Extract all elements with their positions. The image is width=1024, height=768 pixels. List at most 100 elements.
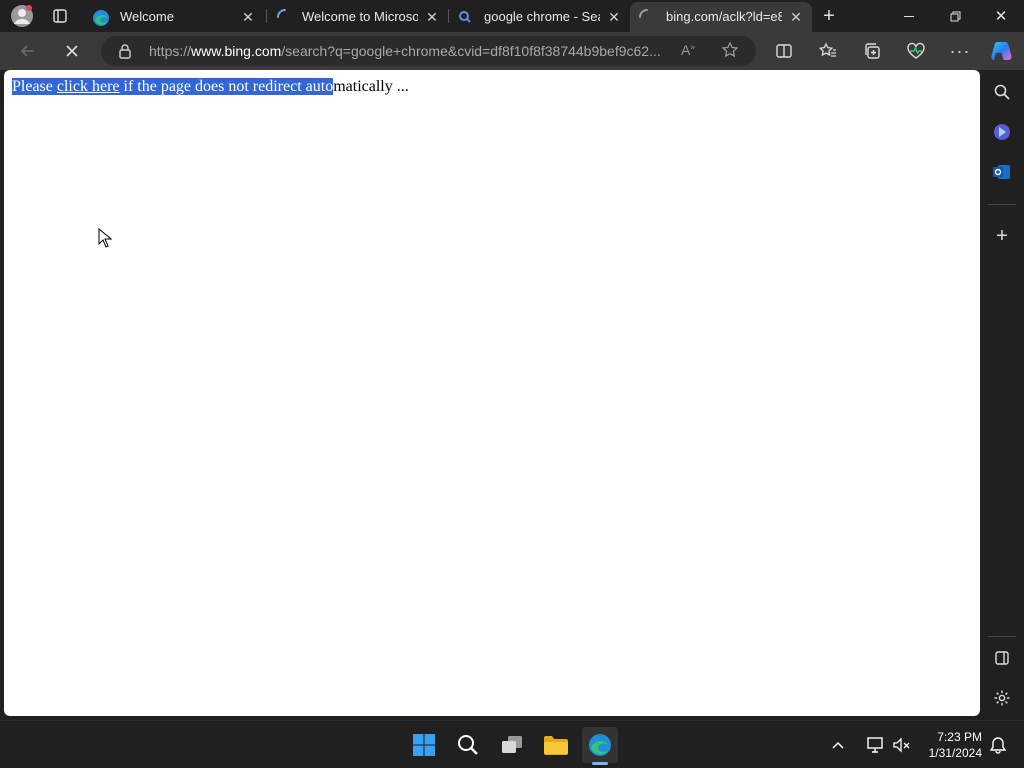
- web-content: Please click here if the page does not r…: [4, 70, 980, 716]
- mouse-pointer-icon: [98, 228, 112, 248]
- clock-date: 1/31/2024: [928, 746, 982, 760]
- show-hidden-icons-button[interactable]: [826, 727, 850, 763]
- windows-logo-icon: [413, 734, 435, 756]
- sidebar-search-button[interactable]: [988, 78, 1016, 106]
- read-aloud-icon[interactable]: A»: [681, 42, 695, 58]
- sidebar-discover-button[interactable]: [988, 118, 1016, 146]
- windows-taskbar: 7:23 PM 1/31/2024: [0, 720, 1024, 768]
- tab-actions-icon: [53, 9, 67, 23]
- collections-icon: [865, 43, 880, 59]
- bell-icon: [990, 737, 1006, 754]
- minimize-icon: [904, 15, 914, 17]
- close-window-button[interactable]: ✕: [978, 0, 1024, 32]
- edge-sidebar: +: [980, 70, 1024, 720]
- redirect-message: Please click here if the page does not r…: [12, 78, 409, 96]
- hide-sidebar-button[interactable]: [988, 644, 1016, 672]
- start-button[interactable]: [406, 727, 442, 763]
- edge-icon: [589, 734, 611, 756]
- volume-button[interactable]: [888, 727, 916, 763]
- url-path: /search?q=google+chrome&cvid=df8f10f8f38…: [281, 43, 661, 59]
- plus-icon: +: [823, 4, 835, 27]
- tab-actions-button[interactable]: [40, 0, 80, 32]
- plus-icon: +: [996, 224, 1008, 247]
- url-text: https://www.bing.com/search?q=google+chr…: [149, 43, 674, 59]
- sidebar-add-button[interactable]: +: [988, 222, 1016, 250]
- close-tab-icon[interactable]: ✕: [424, 9, 440, 25]
- stop-icon: [66, 45, 78, 57]
- edge-icon: [92, 9, 110, 30]
- new-tab-button[interactable]: +: [808, 0, 850, 32]
- profile-avatar[interactable]: [0, 0, 44, 32]
- click-here-link[interactable]: click here: [56, 78, 120, 95]
- address-bar[interactable]: https://www.bing.com/search?q=google+chr…: [101, 36, 756, 66]
- tab-label: bing.com/aclk?ld=e8: [666, 9, 782, 24]
- copilot-button[interactable]: [988, 37, 1016, 65]
- system-clock[interactable]: 7:23 PM 1/31/2024: [929, 729, 982, 761]
- loading-spinner-icon: [276, 8, 294, 29]
- sidebar-divider: [988, 636, 1016, 637]
- close-tab-icon[interactable]: ✕: [788, 9, 804, 25]
- browser-essentials-button[interactable]: [902, 37, 930, 65]
- collections-button[interactable]: [858, 37, 886, 65]
- stop-loading-button[interactable]: [58, 37, 86, 65]
- tab-label: google chrome - Sear: [484, 9, 600, 24]
- favorites-button[interactable]: [814, 37, 842, 65]
- selected-text-middle: if the page does not redirect auto: [119, 78, 334, 95]
- sidebar-settings-button[interactable]: [988, 684, 1016, 712]
- tab-welcome[interactable]: Welcome ✕: [84, 2, 264, 32]
- search-icon: [458, 735, 478, 755]
- chevron-up-icon: [832, 741, 844, 749]
- tab-separator: [266, 9, 267, 23]
- search-icon: [994, 84, 1010, 100]
- loading-spinner-icon: [638, 8, 656, 29]
- network-icon: [867, 737, 883, 753]
- tab-welcome-microsoft[interactable]: Welcome to Microsoft ✕: [268, 2, 448, 32]
- url-prefix: https://: [149, 43, 192, 59]
- minimize-button[interactable]: [886, 0, 932, 32]
- task-view-icon: [502, 736, 522, 753]
- title-bar: Welcome ✕ Welcome to Microsoft ✕ google …: [0, 0, 1024, 32]
- back-button[interactable]: [14, 37, 42, 65]
- selected-text-please: Please: [12, 78, 57, 95]
- close-tab-icon[interactable]: ✕: [606, 9, 622, 25]
- close-tab-icon[interactable]: ✕: [240, 9, 256, 25]
- search-icon: [458, 10, 472, 27]
- taskbar-search-button[interactable]: [450, 727, 486, 763]
- split-screen-button[interactable]: [770, 37, 798, 65]
- unselected-text: matically ...: [333, 78, 409, 95]
- outlook-icon: [993, 165, 1010, 179]
- back-arrow-icon: [20, 45, 34, 57]
- restore-button[interactable]: [932, 0, 978, 32]
- heart-pulse-icon: [907, 42, 925, 59]
- sidebar-panel-icon: [995, 651, 1009, 665]
- file-explorer-button[interactable]: [538, 727, 574, 763]
- settings-more-button[interactable]: ···: [946, 37, 974, 65]
- sidebar-divider: [988, 204, 1016, 205]
- notifications-button[interactable]: [984, 727, 1012, 763]
- favorite-star-icon[interactable]: [721, 41, 739, 64]
- tab-label: Welcome to Microsoft: [302, 9, 418, 24]
- tab-bing-aclk[interactable]: bing.com/aclk?ld=e8 ✕: [630, 2, 812, 32]
- gear-icon: [994, 690, 1010, 706]
- more-dots-icon: ···: [949, 40, 971, 61]
- folder-icon: [544, 736, 568, 755]
- volume-muted-icon: [893, 737, 910, 753]
- discover-icon: [994, 124, 1010, 140]
- restore-icon: [950, 11, 960, 21]
- copilot-icon: [991, 42, 1012, 60]
- network-button[interactable]: [862, 727, 890, 763]
- edge-taskbar-button[interactable]: [582, 727, 618, 765]
- profile-icon: [11, 5, 33, 27]
- url-host: www.bing.com: [191, 43, 282, 59]
- split-screen-icon: [776, 44, 792, 58]
- tab-label: Welcome: [120, 9, 174, 24]
- lock-icon[interactable]: [117, 43, 133, 64]
- active-app-indicator: [592, 762, 608, 765]
- tab-google-chrome-search[interactable]: google chrome - Sear ✕: [450, 2, 630, 32]
- clock-time: 7:23 PM: [937, 730, 982, 744]
- sidebar-outlook-button[interactable]: [988, 158, 1016, 186]
- close-icon: ✕: [994, 8, 1008, 25]
- tab-separator: [448, 9, 449, 23]
- task-view-button[interactable]: [494, 727, 530, 763]
- favorites-icon: [819, 42, 836, 57]
